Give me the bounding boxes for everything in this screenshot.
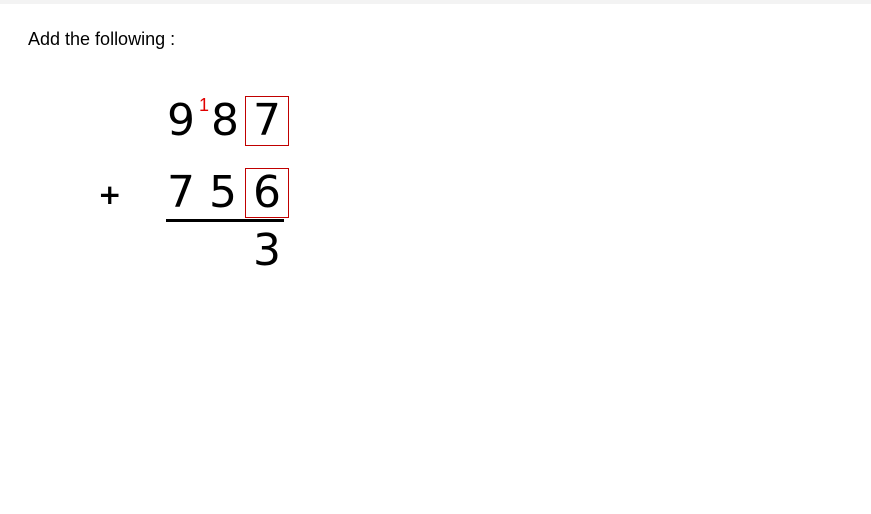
top-digit-ones-highlighted: 7 bbox=[245, 96, 289, 146]
bottom-digit-ones-highlighted: 6 bbox=[245, 168, 289, 218]
sum-line bbox=[166, 219, 284, 222]
bottom-digit-tens: 5 bbox=[209, 167, 237, 218]
result-digit-ones: 3 bbox=[253, 225, 281, 276]
instruction-text: Add the following : bbox=[28, 29, 176, 49]
top-digit-hundreds: 9 bbox=[167, 95, 195, 146]
bottom-digit-hundreds: 7 bbox=[167, 167, 195, 218]
top-digit-tens: 8 bbox=[211, 95, 239, 146]
plus-sign: + bbox=[98, 178, 122, 211]
top-strip bbox=[0, 0, 871, 4]
